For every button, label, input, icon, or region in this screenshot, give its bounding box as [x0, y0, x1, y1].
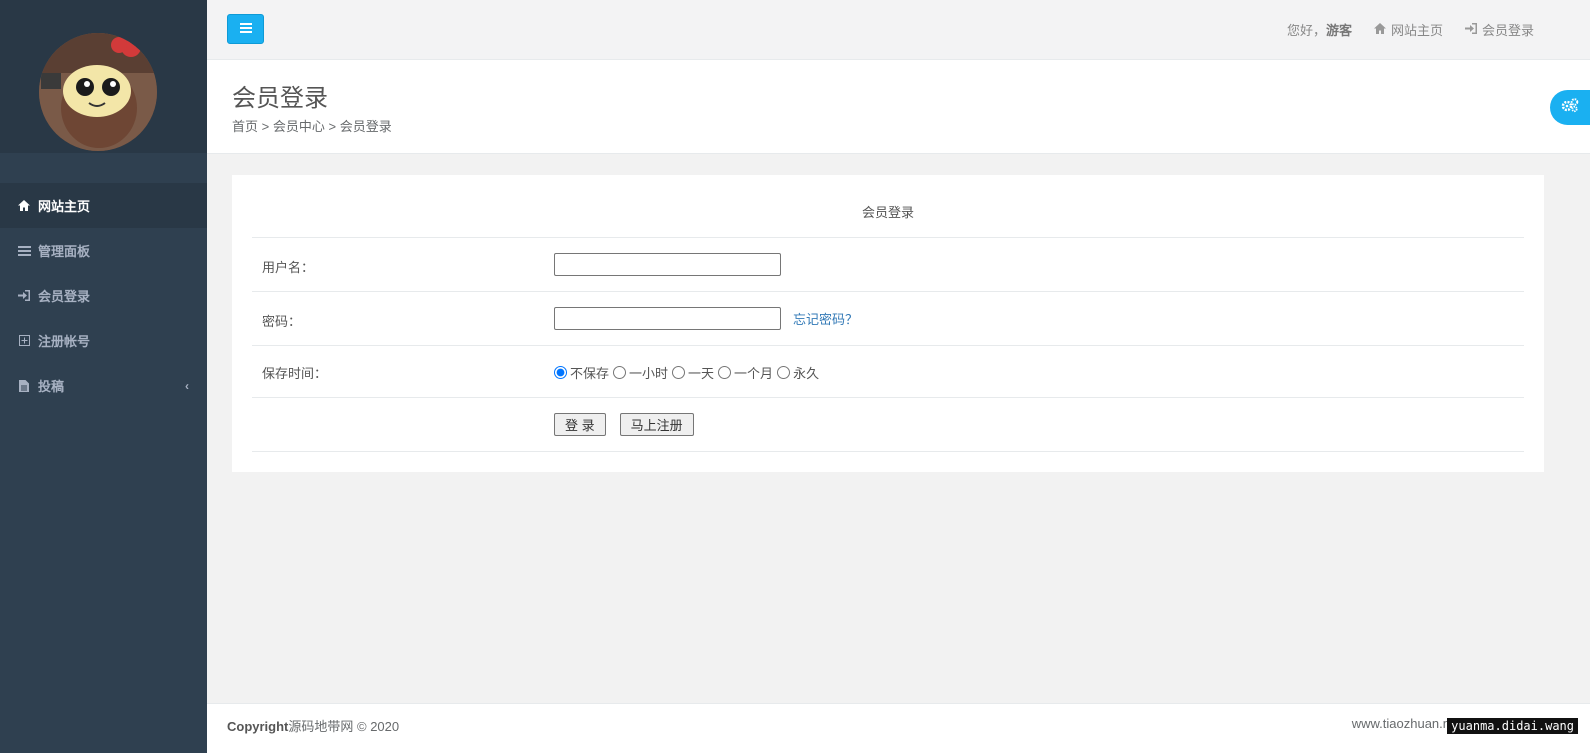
- form-title-row: 会员登录: [252, 175, 1524, 238]
- save-time-options: 不保存 一小时 一天 一个月 永久: [554, 363, 823, 382]
- greeting-text: 您好，: [1286, 23, 1326, 38]
- save-option-forever[interactable]: 永久: [777, 363, 819, 382]
- topbar: 您好，游客 网站主页 会员登录: [207, 0, 1590, 60]
- save-option-month[interactable]: 一个月: [718, 363, 773, 382]
- button-row: 登 录 马上注册: [252, 398, 1524, 452]
- list-icon: [16, 245, 32, 256]
- username-label: 用户名：: [262, 260, 315, 275]
- top-login-link[interactable]: 会员登录: [1464, 20, 1534, 39]
- save-radio-none[interactable]: [554, 366, 567, 379]
- save-option-label: 一个月: [734, 366, 774, 381]
- sidebar-item-dashboard[interactable]: 管理面板: [0, 228, 207, 273]
- password-row: 密码： 忘记密码？: [252, 292, 1524, 346]
- breadcrumb: 首页 > 会员中心 > 会员登录: [232, 116, 392, 135]
- breadcrumb-member-center[interactable]: 会员中心: [273, 119, 325, 134]
- password-input[interactable]: [554, 307, 781, 330]
- plus-square-icon: [16, 335, 32, 346]
- save-option-label: 永久: [793, 366, 820, 381]
- save-option-none[interactable]: 不保存: [554, 363, 609, 382]
- save-option-label: 一天: [688, 366, 715, 381]
- breadcrumb-current: 会员登录: [339, 119, 392, 134]
- sidebar-item-label: 会员登录: [38, 289, 91, 304]
- top-home-label: 网站主页: [1390, 23, 1443, 38]
- sidebar-item-register[interactable]: 注册帐号: [0, 318, 207, 363]
- chevron-left-icon: ‹: [185, 378, 189, 393]
- sign-in-icon: [1464, 22, 1477, 37]
- save-option-day[interactable]: 一天: [672, 363, 714, 382]
- sidebar-header: [0, 0, 207, 153]
- password-label: 密码：: [262, 314, 302, 329]
- top-home-link[interactable]: 网站主页: [1373, 20, 1443, 39]
- footer: Copyright源码地带网 © 2020 www.tiaozhuan.n yu…: [207, 703, 1590, 753]
- page-heading: 会员登录 首页 > 会员中心 > 会员登录: [207, 60, 1590, 154]
- settings-tab[interactable]: [1550, 90, 1590, 125]
- save-radio-day[interactable]: [672, 366, 686, 379]
- watermark: yuanma.didai.wang: [1447, 718, 1578, 734]
- login-card: 会员登录 用户名： 密码： 忘记密码？ 保存时间： 不保存 一小时 一天 一个月…: [232, 175, 1544, 472]
- breadcrumb-sep: >: [261, 119, 270, 134]
- save-option-hour[interactable]: 一小时: [613, 363, 668, 382]
- avatar[interactable]: [39, 33, 157, 151]
- file-icon: [16, 379, 32, 392]
- copyright: Copyright源码地带网 © 2020: [227, 716, 399, 735]
- save-option-label: 不保存: [570, 366, 610, 381]
- top-nav: 您好，游客 网站主页 会员登录: [1287, 20, 1534, 39]
- save-radio-month[interactable]: [718, 366, 732, 379]
- home-icon: [16, 200, 32, 211]
- username-input[interactable]: [554, 253, 781, 276]
- sidebar-item-contribute[interactable]: 投稿 ‹: [0, 363, 207, 408]
- sidebar-item-label: 网站主页: [38, 199, 91, 214]
- sidebar-item-login[interactable]: 会员登录: [0, 273, 207, 318]
- gears-icon: [1561, 97, 1579, 118]
- username: 游客: [1325, 23, 1352, 38]
- menu-toggle-button[interactable]: [227, 14, 264, 44]
- top-login-label: 会员登录: [1481, 23, 1534, 38]
- sidebar-item-label: 管理面板: [38, 244, 91, 259]
- login-form: 会员登录 用户名： 密码： 忘记密码？ 保存时间： 不保存 一小时 一天 一个月…: [252, 175, 1524, 452]
- save-time-row: 保存时间： 不保存 一小时 一天 一个月 永久: [252, 346, 1524, 398]
- site-url[interactable]: www.tiaozhuan.n: [1352, 716, 1450, 731]
- sidebar-item-home[interactable]: 网站主页: [0, 183, 207, 228]
- home-icon: [1373, 22, 1386, 37]
- copyright-text: 源码地带网 © 2020: [288, 719, 400, 734]
- page-title: 会员登录: [232, 85, 328, 112]
- hamburger-icon: [239, 20, 252, 38]
- save-option-label: 一小时: [629, 366, 669, 381]
- sidebar-item-label: 注册帐号: [38, 334, 91, 349]
- login-button[interactable]: 登 录: [554, 413, 606, 436]
- forgot-password-link[interactable]: 忘记密码？: [793, 309, 858, 328]
- copyright-bold: Copyright: [227, 719, 289, 734]
- username-row: 用户名：: [252, 238, 1524, 292]
- user-greeting: 您好，游客: [1287, 20, 1352, 39]
- sidebar-item-label: 投稿: [38, 379, 65, 394]
- breadcrumb-home[interactable]: 首页: [232, 119, 258, 134]
- register-button[interactable]: 马上注册: [619, 413, 694, 436]
- save-time-label: 保存时间：: [262, 366, 328, 381]
- sidebar: 网站主页 管理面板 会员登录 注册帐号 投稿 ‹: [0, 0, 207, 753]
- form-title: 会员登录: [861, 205, 914, 220]
- save-radio-hour[interactable]: [613, 366, 627, 379]
- save-radio-forever[interactable]: [777, 366, 791, 379]
- sign-in-icon: [16, 290, 32, 301]
- breadcrumb-sep: >: [328, 119, 337, 134]
